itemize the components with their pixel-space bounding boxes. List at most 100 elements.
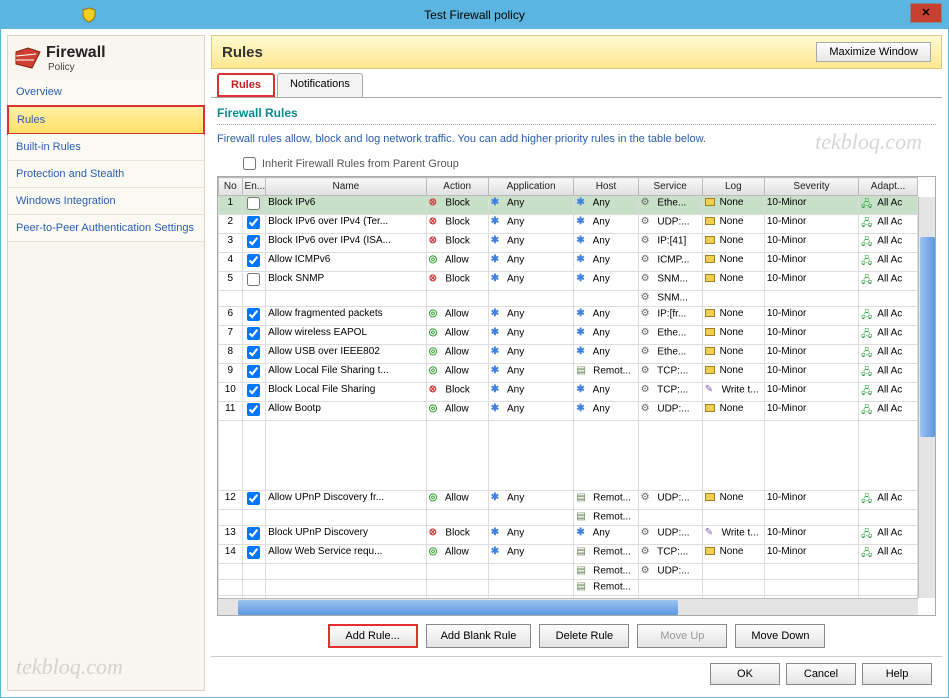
table-row[interactable]: 14Allow Web Service requ...◎ Allow✱ Any▤… bbox=[219, 545, 918, 564]
titlebar: Test Firewall policy ✕ bbox=[1, 1, 948, 29]
sidebar-item-peer-to-peer-authentication-settings[interactable]: Peer-to-Peer Authentication Settings bbox=[8, 215, 204, 242]
table-row[interactable]: 4Allow ICMPv6◎ Allow✱ Any✱ Any⚙ ICMP... … bbox=[219, 253, 918, 272]
enable-checkbox[interactable] bbox=[247, 216, 260, 229]
column-header[interactable]: Service bbox=[638, 178, 702, 196]
gear-icon: ⚙ bbox=[641, 565, 653, 577]
ok-button[interactable]: OK bbox=[710, 663, 780, 685]
sidebar-item-overview[interactable]: Overview bbox=[8, 79, 204, 106]
log-none-icon bbox=[705, 274, 715, 282]
cancel-button[interactable]: Cancel bbox=[786, 663, 856, 685]
adapter-icon: 🖧 bbox=[861, 197, 873, 209]
move-down-button[interactable]: Move Down bbox=[735, 624, 825, 648]
table-row[interactable]: 7Allow wireless EAPOL◎ Allow✱ Any✱ Any⚙ … bbox=[219, 326, 918, 345]
any-icon: ✱ bbox=[491, 235, 503, 247]
any-icon: ✱ bbox=[491, 365, 503, 377]
table-row[interactable]: 8Allow USB over IEEE802◎ Allow✱ Any✱ Any… bbox=[219, 345, 918, 364]
log-none-icon bbox=[705, 328, 715, 336]
tab-rules[interactable]: Rules bbox=[217, 73, 275, 97]
enable-checkbox[interactable] bbox=[247, 365, 260, 378]
any-icon: ✱ bbox=[576, 254, 588, 266]
any-icon: ✱ bbox=[576, 216, 588, 228]
tab-notifications[interactable]: Notifications bbox=[277, 73, 363, 97]
sidebar-item-windows-integration[interactable]: Windows Integration bbox=[8, 188, 204, 215]
column-header[interactable]: Severity bbox=[764, 178, 858, 196]
section-description: Firewall rules allow, block and log netw… bbox=[211, 133, 942, 155]
move-up-button[interactable]: Move Up bbox=[637, 624, 727, 648]
inherit-label: Inherit Firewall Rules from Parent Group bbox=[262, 158, 459, 170]
table-row[interactable]: 9Allow Local File Sharing t...◎ Allow✱ A… bbox=[219, 364, 918, 383]
add-blank-rule-button[interactable]: Add Blank Rule bbox=[426, 624, 532, 648]
vertical-scrollbar[interactable] bbox=[918, 197, 935, 598]
any-icon: ✱ bbox=[491, 384, 503, 396]
column-header[interactable]: Host bbox=[574, 178, 638, 196]
enable-checkbox[interactable] bbox=[247, 346, 260, 359]
table-row[interactable]: 2Block IPv6 over IPv4 (Ter...⊗ Block✱ An… bbox=[219, 215, 918, 234]
adapter-icon: 🖧 bbox=[861, 235, 873, 247]
enable-checkbox[interactable] bbox=[247, 492, 260, 505]
block-icon: ⊗ bbox=[429, 527, 441, 539]
enable-checkbox[interactable] bbox=[247, 403, 260, 416]
column-header[interactable]: En... bbox=[242, 178, 266, 196]
enable-checkbox[interactable] bbox=[247, 254, 260, 267]
enable-checkbox[interactable] bbox=[247, 384, 260, 397]
help-button[interactable]: Help bbox=[862, 663, 932, 685]
close-button[interactable]: ✕ bbox=[910, 3, 942, 23]
host-icon: ▤ bbox=[576, 511, 588, 523]
table-row[interactable]: 13Block UPnP Discovery⊗ Block✱ Any✱ Any⚙… bbox=[219, 526, 918, 545]
sidebar-item-rules[interactable]: Rules bbox=[7, 105, 205, 135]
any-icon: ✱ bbox=[491, 403, 503, 415]
column-header[interactable]: Action bbox=[426, 178, 488, 196]
enable-checkbox[interactable] bbox=[247, 327, 260, 340]
column-header[interactable]: Adapt... bbox=[859, 178, 918, 196]
table-row[interactable]: 5Block SNMP⊗ Block✱ Any✱ Any⚙ SNM... Non… bbox=[219, 272, 918, 291]
sidebar: Firewall Policy OverviewRulesBuilt-in Ru… bbox=[7, 35, 205, 691]
enable-checkbox[interactable] bbox=[247, 273, 260, 286]
delete-rule-button[interactable]: Delete Rule bbox=[539, 624, 629, 648]
enable-checkbox[interactable] bbox=[247, 527, 260, 540]
rules-grid: NoEn...NameActionApplicationHostServiceL… bbox=[217, 176, 936, 616]
column-header[interactable]: No bbox=[219, 178, 243, 196]
any-icon: ✱ bbox=[576, 235, 588, 247]
tabs: Rules Notifications bbox=[211, 73, 942, 98]
gear-icon: ⚙ bbox=[641, 308, 653, 320]
inherit-checkbox[interactable] bbox=[243, 157, 256, 170]
any-icon: ✱ bbox=[576, 527, 588, 539]
sidebar-item-protection-and-stealth[interactable]: Protection and Stealth bbox=[8, 161, 204, 188]
enable-checkbox[interactable] bbox=[247, 308, 260, 321]
table-row[interactable]: 12Allow UPnP Discovery fr...◎ Allow✱ Any… bbox=[219, 491, 918, 510]
table-row[interactable]: 1Block IPv6⊗ Block✱ Any✱ Any⚙ Ethe... No… bbox=[219, 196, 918, 215]
horizontal-scrollbar[interactable] bbox=[218, 598, 918, 615]
gear-icon: ⚙ bbox=[641, 197, 653, 209]
block-icon: ⊗ bbox=[429, 235, 441, 247]
section-title: Firewall Rules bbox=[211, 98, 942, 124]
adapter-icon: 🖧 bbox=[861, 365, 873, 377]
enable-checkbox[interactable] bbox=[247, 197, 260, 210]
gear-icon: ⚙ bbox=[641, 384, 653, 396]
divider bbox=[217, 124, 936, 125]
adapter-icon: 🖧 bbox=[861, 216, 873, 228]
allow-icon: ◎ bbox=[429, 327, 441, 339]
enable-checkbox[interactable] bbox=[247, 546, 260, 559]
table-row[interactable]: 3Block IPv6 over IPv4 (ISA...⊗ Block✱ An… bbox=[219, 234, 918, 253]
host-icon: ▤ bbox=[576, 565, 588, 577]
sidebar-item-built-in-rules[interactable]: Built-in Rules bbox=[8, 134, 204, 161]
any-icon: ✱ bbox=[576, 273, 588, 285]
any-icon: ✱ bbox=[491, 327, 503, 339]
gear-icon: ⚙ bbox=[641, 527, 653, 539]
log-none-icon bbox=[705, 309, 715, 317]
host-icon: ▤ bbox=[576, 365, 588, 377]
log-none-icon bbox=[705, 217, 715, 225]
enable-checkbox[interactable] bbox=[247, 235, 260, 248]
log-write-icon: ✎ bbox=[705, 527, 717, 539]
table-row[interactable]: 11Allow Bootp◎ Allow✱ Any✱ Any⚙ UDP:... … bbox=[219, 402, 918, 421]
sidebar-subtitle: Policy bbox=[46, 62, 106, 73]
table-row[interactable]: 6Allow fragmented packets◎ Allow✱ Any✱ A… bbox=[219, 307, 918, 326]
add-rule-button[interactable]: Add Rule... bbox=[328, 624, 418, 648]
gear-icon: ⚙ bbox=[641, 365, 653, 377]
column-header[interactable]: Name bbox=[266, 178, 427, 196]
any-icon: ✱ bbox=[491, 527, 503, 539]
table-row[interactable]: 10Block Local File Sharing⊗ Block✱ Any✱ … bbox=[219, 383, 918, 402]
column-header[interactable]: Log bbox=[702, 178, 764, 196]
column-header[interactable]: Application bbox=[488, 178, 574, 196]
maximize-button[interactable]: Maximize Window bbox=[816, 42, 931, 62]
